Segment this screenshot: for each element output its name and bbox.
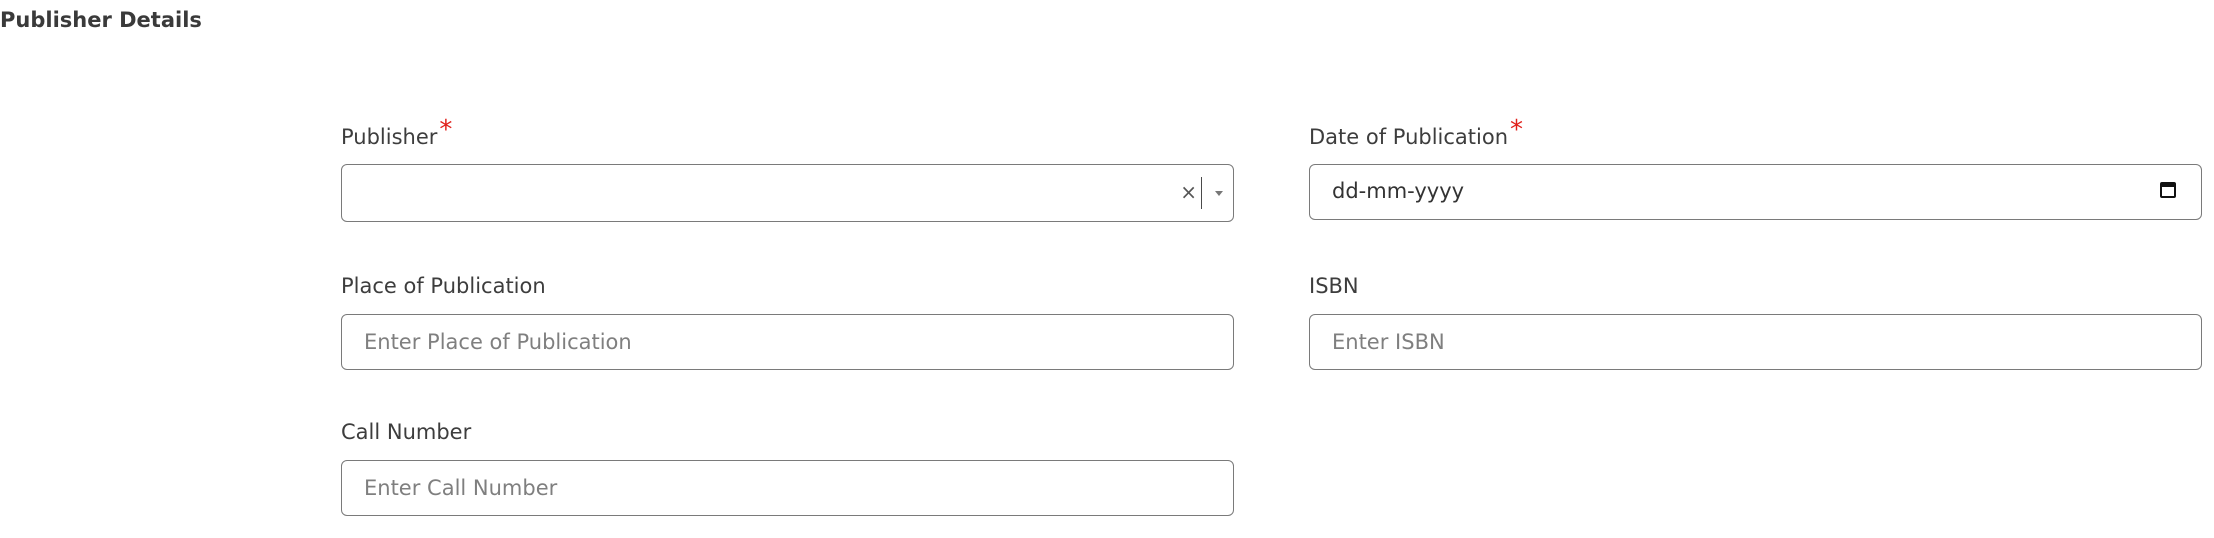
place-of-publication-input[interactable] bbox=[341, 314, 1234, 370]
required-marker: * bbox=[439, 115, 453, 145]
date-of-publication-field: Date of Publication* dd-mm-yyyy bbox=[1309, 115, 2202, 220]
close-icon[interactable]: × bbox=[1180, 180, 1197, 204]
isbn-field: ISBN bbox=[1309, 271, 2202, 370]
date-of-publication-label: Date of Publication* bbox=[1309, 115, 2202, 151]
publisher-select[interactable]: × bbox=[341, 164, 1234, 222]
date-of-publication-label-text: Date of Publication bbox=[1309, 125, 1509, 149]
place-of-publication-label: Place of Publication bbox=[341, 274, 546, 298]
required-marker: * bbox=[1510, 115, 1524, 145]
publisher-label: Publisher* bbox=[341, 115, 1234, 151]
isbn-input[interactable] bbox=[1309, 314, 2202, 370]
call-number-label: Call Number bbox=[341, 420, 472, 444]
select-separator bbox=[1200, 177, 1202, 209]
publisher-field: Publisher* × bbox=[341, 115, 1234, 222]
date-of-publication-input[interactable]: dd-mm-yyyy bbox=[1309, 164, 2202, 220]
call-number-input[interactable] bbox=[341, 460, 1234, 516]
call-number-field: Call Number bbox=[341, 417, 1234, 516]
isbn-label: ISBN bbox=[1309, 274, 1359, 298]
publisher-label-text: Publisher bbox=[341, 125, 438, 149]
calendar-icon[interactable] bbox=[2160, 182, 2176, 198]
place-of-publication-field: Place of Publication bbox=[341, 271, 1234, 370]
section-title: Publisher Details bbox=[0, 8, 202, 32]
chevron-down-icon[interactable] bbox=[1215, 191, 1223, 196]
date-value: dd-mm-yyyy bbox=[1332, 179, 1465, 203]
